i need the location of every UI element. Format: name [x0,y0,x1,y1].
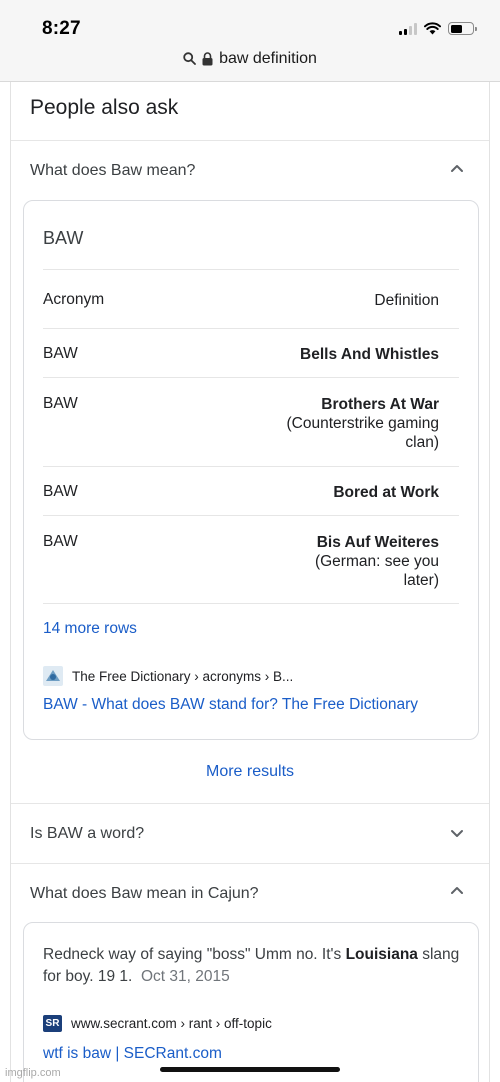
table-cell-acronym: BAW [43,483,78,500]
answer-box: Redneck way of saying "boss" Umm no. It'… [23,922,479,1082]
table-cell-definition: Bored at Work [209,483,439,502]
answer-title: BAW [43,228,84,248]
chevron-down-icon[interactable] [449,826,465,842]
lock-icon [202,51,213,65]
snippet-text: Redneck way of saying "boss" Umm no. It'… [43,946,346,963]
divider [43,269,459,270]
table-cell-definition: Bells And Whistles [209,345,439,364]
table-cell-acronym: BAW [43,533,78,550]
source-line[interactable]: SR www.secrant.com › rant › off-topic [43,1015,272,1032]
search-icon [183,52,196,65]
divider [43,515,459,516]
signal-icon [399,22,417,35]
table-cell-definition: Brothers At War (Counterstrike gaming cla… [259,395,439,452]
answer-snippet: Redneck way of saying "boss" Umm no. It'… [43,944,463,988]
watermark: imgflip.com [5,1067,61,1079]
result-link[interactable]: BAW - What does BAW stand for? The Free … [43,696,418,714]
table-cell-acronym: BAW [43,345,78,362]
more-rows-link[interactable]: 14 more rows [43,620,137,638]
question-what-does-baw-mean[interactable]: What does Baw mean? [30,162,195,180]
wifi-icon [424,22,441,35]
answer-box: BAW Acronym Definition BAW Bells And Whi… [23,200,479,740]
secrant-logo-icon: SR [43,1015,62,1032]
divider [43,466,459,467]
divider [43,603,459,604]
divider [11,803,489,804]
section-title: People also ask [30,96,179,119]
address-bar[interactable]: baw definition [0,44,500,82]
snippet-date: Oct 31, 2015 [140,968,230,985]
divider [11,140,489,141]
result-link[interactable]: wtf is baw | SECRant.com [43,1045,222,1063]
status-bar: 8:27 [0,0,500,44]
snippet-bold: Louisiana [345,946,418,963]
definition-text: Bored at Work [333,484,439,501]
definition-text: Bis Auf Weiteres [316,534,439,551]
source-line[interactable]: The Free Dictionary › acronyms › B... [43,666,293,686]
definition-text: Brothers At War [321,396,439,413]
divider [11,863,489,864]
chevron-up-icon[interactable] [449,160,465,176]
free-dictionary-logo-icon [43,666,63,686]
divider [43,377,459,378]
question-is-baw-a-word[interactable]: Is BAW a word? [30,825,144,843]
source-url: The Free Dictionary › acronyms › B... [72,668,294,684]
url-text: baw definition [219,49,317,67]
column-header-acronym: Acronym [43,291,105,308]
definition-note: (German: see you later) [314,553,439,589]
table-cell-definition: Bis Auf Weiteres (German: see you later) [289,533,439,590]
more-results-link[interactable]: More results [11,763,489,781]
divider [43,328,459,329]
people-also-ask-card: People also ask What does Baw mean? BAW … [10,82,490,1082]
source-url: www.secrant.com › rant › off-topic [71,1016,272,1031]
definition-note: (Counterstrike gaming clan) [286,415,439,451]
question-baw-in-cajun[interactable]: What does Baw mean in Cajun? [30,885,259,903]
table-cell-acronym: BAW [43,395,78,412]
chevron-up-icon[interactable] [449,882,465,898]
column-header-definition: Definition [374,292,439,309]
status-time: 8:27 [42,18,81,39]
home-indicator[interactable] [160,1067,340,1072]
battery-icon [448,22,477,35]
status-icons [399,22,477,35]
definition-text: Bells And Whistles [300,346,439,363]
